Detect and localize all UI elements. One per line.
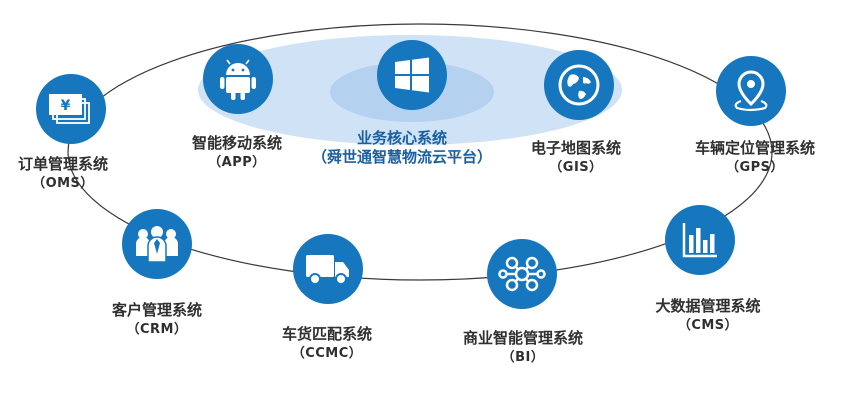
network-nodes-icon [498,256,546,292]
cms-name: 大数据管理系统 [655,297,761,315]
money-cards-icon: ¥ [49,94,90,124]
oms-name: 订单管理系统 [17,155,109,173]
gps-node [716,56,786,126]
core-label: 业务核心系统 （舜世通智慧物流云平台） [312,129,492,167]
svg-text:¥: ¥ [61,98,71,114]
truck-icon [306,255,349,285]
ccmc-name: 车货匹配系统 [281,325,373,343]
gps-code: （GPS） [725,160,785,175]
bi-name: 商业智能管理系统 [462,329,584,347]
crm-node [122,209,192,279]
gis-label: 电子地图系统 （GIS） [531,139,621,177]
core-name: 业务核心系统 [356,129,448,147]
crm-label: 客户管理系统 （CRM） [112,301,202,339]
ccmc-code: （CCMC） [291,346,363,361]
app-name: 智能移动系统 [191,134,283,152]
android-icon [220,59,256,100]
oms-node: ¥ [36,74,106,144]
gis-name: 电子地图系统 [530,139,622,157]
oms-label: 订单管理系统 （OMS） [18,155,108,193]
app-label: 智能移动系统 （APP） [192,134,282,172]
globe-icon [558,64,600,106]
bar-chart-icon [682,223,717,258]
crm-code: （CRM） [126,322,188,337]
bi-node [487,239,557,309]
customers-icon [136,226,178,263]
bi-code: （BI） [501,350,545,365]
system-architecture-diagram: ¥ 智能移动系统 （APP） 业务核心系统 （舜世通智慧物流云平台） 电子地图系… [0,0,843,403]
ccmc-node [293,234,363,304]
bi-label: 商业智能管理系统 （BI） [463,329,583,367]
location-pin-icon [734,70,768,112]
cms-label: 大数据管理系统 （CMS） [655,297,760,335]
cms-node [665,205,735,275]
cms-code: （CMS） [677,318,739,333]
gps-name: 车辆定位管理系统 [694,139,816,157]
ccmc-label: 车货匹配系统 （CCMC） [282,325,372,363]
core-subtitle: （舜世通智慧物流云平台） [311,148,493,166]
gps-label: 车辆定位管理系统 （GPS） [695,139,815,177]
app-code: （APP） [208,155,266,170]
gis-node [544,50,614,120]
core-node [377,40,447,110]
gis-code: （GIS） [549,160,603,175]
windows-icon [395,57,429,93]
oms-code: （OMS） [32,176,94,191]
crm-name: 客户管理系统 [111,301,203,319]
app-node [203,44,273,114]
